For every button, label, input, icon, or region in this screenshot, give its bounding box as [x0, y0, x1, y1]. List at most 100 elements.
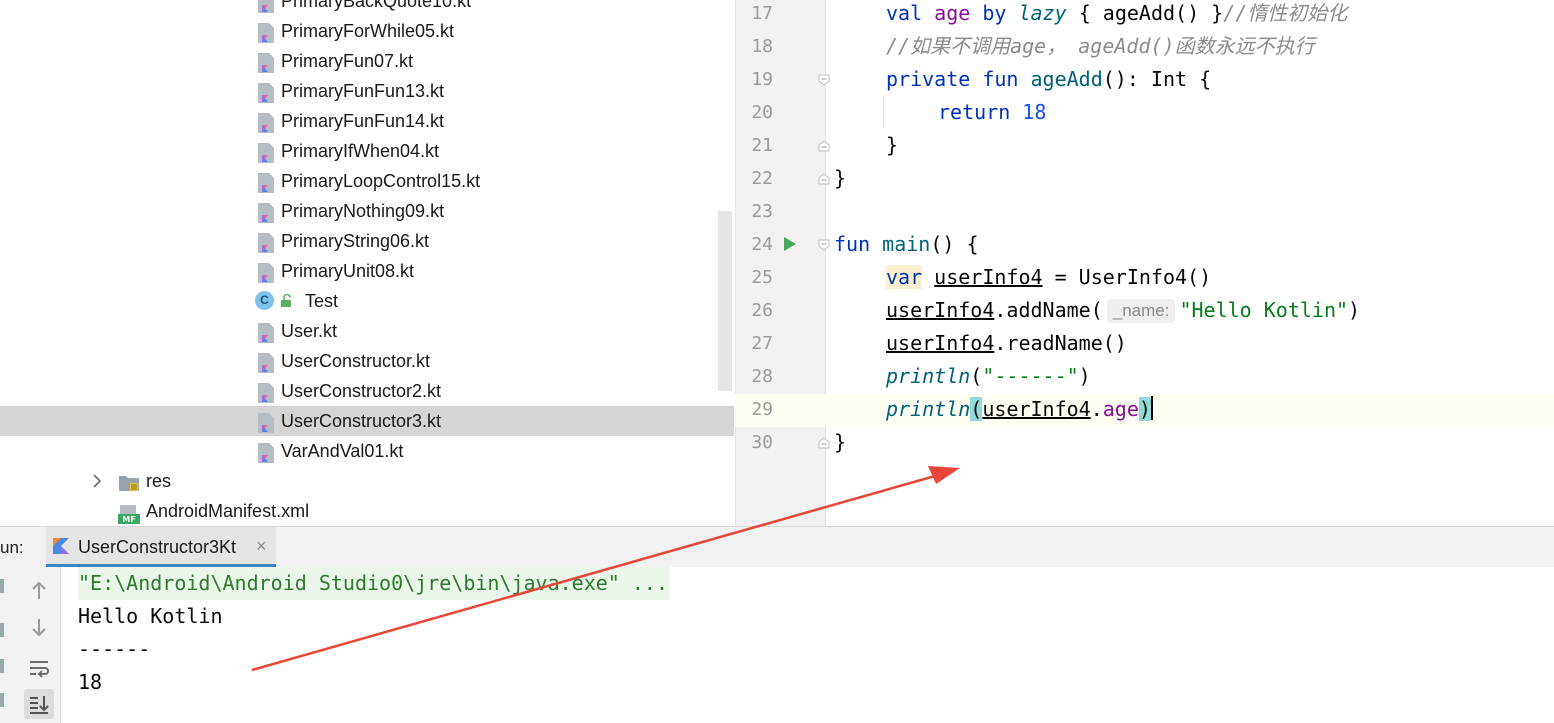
code-line-30: } — [834, 426, 846, 459]
code-line-28: println("------") — [886, 360, 1091, 393]
tree-file-item[interactable]: PrimaryFun07.kt — [0, 46, 734, 76]
run-main-icon[interactable] — [783, 236, 797, 252]
keyword: fun — [834, 232, 871, 256]
tree-file-item-selected[interactable]: UserConstructor3.kt — [0, 406, 734, 436]
code-text: .readName() — [994, 331, 1127, 355]
function-call: println — [886, 397, 971, 421]
code-text: { ageAdd() } — [1078, 1, 1224, 25]
kotlin-file-icon — [258, 413, 274, 433]
line-number: 20 — [751, 102, 773, 123]
line-number: 25 — [751, 267, 773, 288]
variable: userInfo4 — [934, 265, 1043, 289]
brace: } — [834, 430, 847, 454]
property: age — [1102, 397, 1139, 421]
tree-manifest-item[interactable]: MF AndroidManifest.xml — [0, 496, 734, 526]
tree-scrollbar[interactable] — [718, 211, 732, 391]
console-line: Hello Kotlin — [78, 604, 223, 628]
kotlin-file-icon — [258, 113, 274, 133]
code-line-22: } — [834, 162, 846, 195]
variable: userInfo4 — [886, 331, 995, 355]
up-arrow-icon[interactable] — [24, 575, 54, 605]
kotlin-file-icon — [258, 0, 274, 13]
kotlin-file-icon — [258, 53, 274, 73]
soft-wrap-icon[interactable] — [24, 653, 54, 683]
code-line-18: //如果不调用age， ageAdd()函数永远不执行 — [886, 30, 1315, 63]
tree-file-item[interactable]: PrimaryLoopControl15.kt — [0, 166, 734, 196]
tree-file-label: PrimaryFunFun14.kt — [281, 111, 445, 131]
line-number: 17 — [751, 3, 773, 24]
tree-file-item[interactable]: PrimaryUnit08.kt — [0, 256, 734, 286]
kotlin-file-icon — [258, 203, 274, 223]
property: age — [934, 1, 971, 25]
down-arrow-icon[interactable] — [24, 613, 54, 643]
tree-file-item[interactable]: PrimaryForWhile05.kt — [0, 16, 734, 46]
keyword: private — [886, 67, 971, 91]
run-toolbar — [0, 567, 61, 723]
chevron-right-icon[interactable] — [90, 472, 104, 490]
tree-file-item[interactable]: PrimaryIfWhen04.kt — [0, 136, 734, 166]
line-number: 28 — [751, 366, 773, 387]
tree-file-label: AndroidManifest.xml — [146, 501, 310, 521]
code-line-21: } — [886, 129, 898, 162]
console-line: 18 — [78, 670, 103, 694]
fold-end-icon[interactable] — [818, 140, 830, 152]
code-text: . — [1090, 397, 1103, 421]
tree-file-label: PrimaryUnit08.kt — [281, 261, 415, 281]
brace: } — [834, 166, 847, 190]
tree-file-label: UserConstructor3.kt — [281, 411, 442, 431]
function-name: ageAdd — [1030, 67, 1103, 91]
tree-file-item[interactable]: PrimaryFunFun13.kt — [0, 76, 734, 106]
line-number: 30 — [751, 432, 773, 453]
scroll-to-end-icon[interactable] — [24, 689, 54, 719]
brace: } — [886, 133, 899, 157]
code-text: () { — [930, 232, 979, 256]
matched-paren: ) — [1138, 397, 1151, 421]
code-line-24: fun main() { — [834, 228, 979, 261]
tree-file-item[interactable]: User.kt — [0, 316, 734, 346]
code-text: (): Int { — [1102, 67, 1212, 91]
line-number: 18 — [751, 36, 773, 57]
tree-file-item[interactable]: PrimaryNothing09.kt — [0, 196, 734, 226]
line-number: 22 — [751, 168, 773, 189]
keyword: by — [982, 1, 1007, 25]
fold-marker-icon[interactable] — [818, 239, 830, 251]
tree-file-item[interactable]: UserConstructor2.kt — [0, 376, 734, 406]
fold-end-icon[interactable] — [818, 173, 830, 185]
kotlin-file-icon — [258, 23, 274, 43]
tree-file-item[interactable]: UserConstructor.kt — [0, 346, 734, 376]
code-line-27: userInfo4.readName() — [886, 327, 1127, 360]
code-text: ) — [1348, 298, 1361, 322]
tree-file-label: UserConstructor.kt — [281, 351, 431, 371]
line-number: 26 — [751, 300, 773, 321]
kotlin-file-icon — [258, 233, 274, 253]
parameter-hint: _name: — [1106, 299, 1176, 323]
tree-file-label: PrimaryForWhile05.kt — [281, 21, 455, 41]
manifest-file-icon: MF — [118, 505, 140, 524]
tree-class-item[interactable]: C Test — [0, 286, 734, 316]
variable: userInfo4 — [982, 397, 1091, 421]
tree-file-item[interactable]: VarAndVal01.kt — [0, 436, 734, 466]
line-number: 21 — [751, 135, 773, 156]
keyword: fun — [982, 67, 1019, 91]
tree-folder-res[interactable]: res — [0, 466, 734, 496]
console-command-line: "E:\Android\Android Studio0\jre\bin\java… — [78, 567, 671, 600]
run-tab[interactable]: UserConstructor3Kt × — [46, 527, 276, 567]
code-text: = UserInfo4() — [1042, 265, 1212, 289]
fold-end-icon[interactable] — [818, 437, 830, 449]
run-tool-window-header: un: UserConstructor3Kt × — [0, 526, 1554, 568]
tree-file-item[interactable]: PrimaryBackQuote10.kt — [0, 0, 734, 16]
variable: userInfo4 — [886, 298, 995, 322]
fold-marker-icon[interactable] — [818, 74, 830, 86]
comment: //如果不调用age， ageAdd()函数永远不执行 — [886, 34, 1315, 58]
close-icon[interactable]: × — [256, 536, 267, 557]
tree-file-item[interactable]: PrimaryFunFun14.kt — [0, 106, 734, 136]
project-tree: PrimaryBackQuote10.kt PrimaryForWhile05.… — [0, 0, 734, 526]
code-text: .addName( — [994, 298, 1103, 322]
tree-folder-label: res — [146, 471, 172, 491]
tree-file-item[interactable]: PrimaryString06.kt — [0, 226, 734, 256]
unlock-icon — [281, 294, 291, 307]
class-icon: C — [255, 291, 274, 310]
number-literal: 18 — [1022, 100, 1047, 124]
run-side-marker — [0, 579, 4, 593]
function-name: main — [882, 232, 931, 256]
